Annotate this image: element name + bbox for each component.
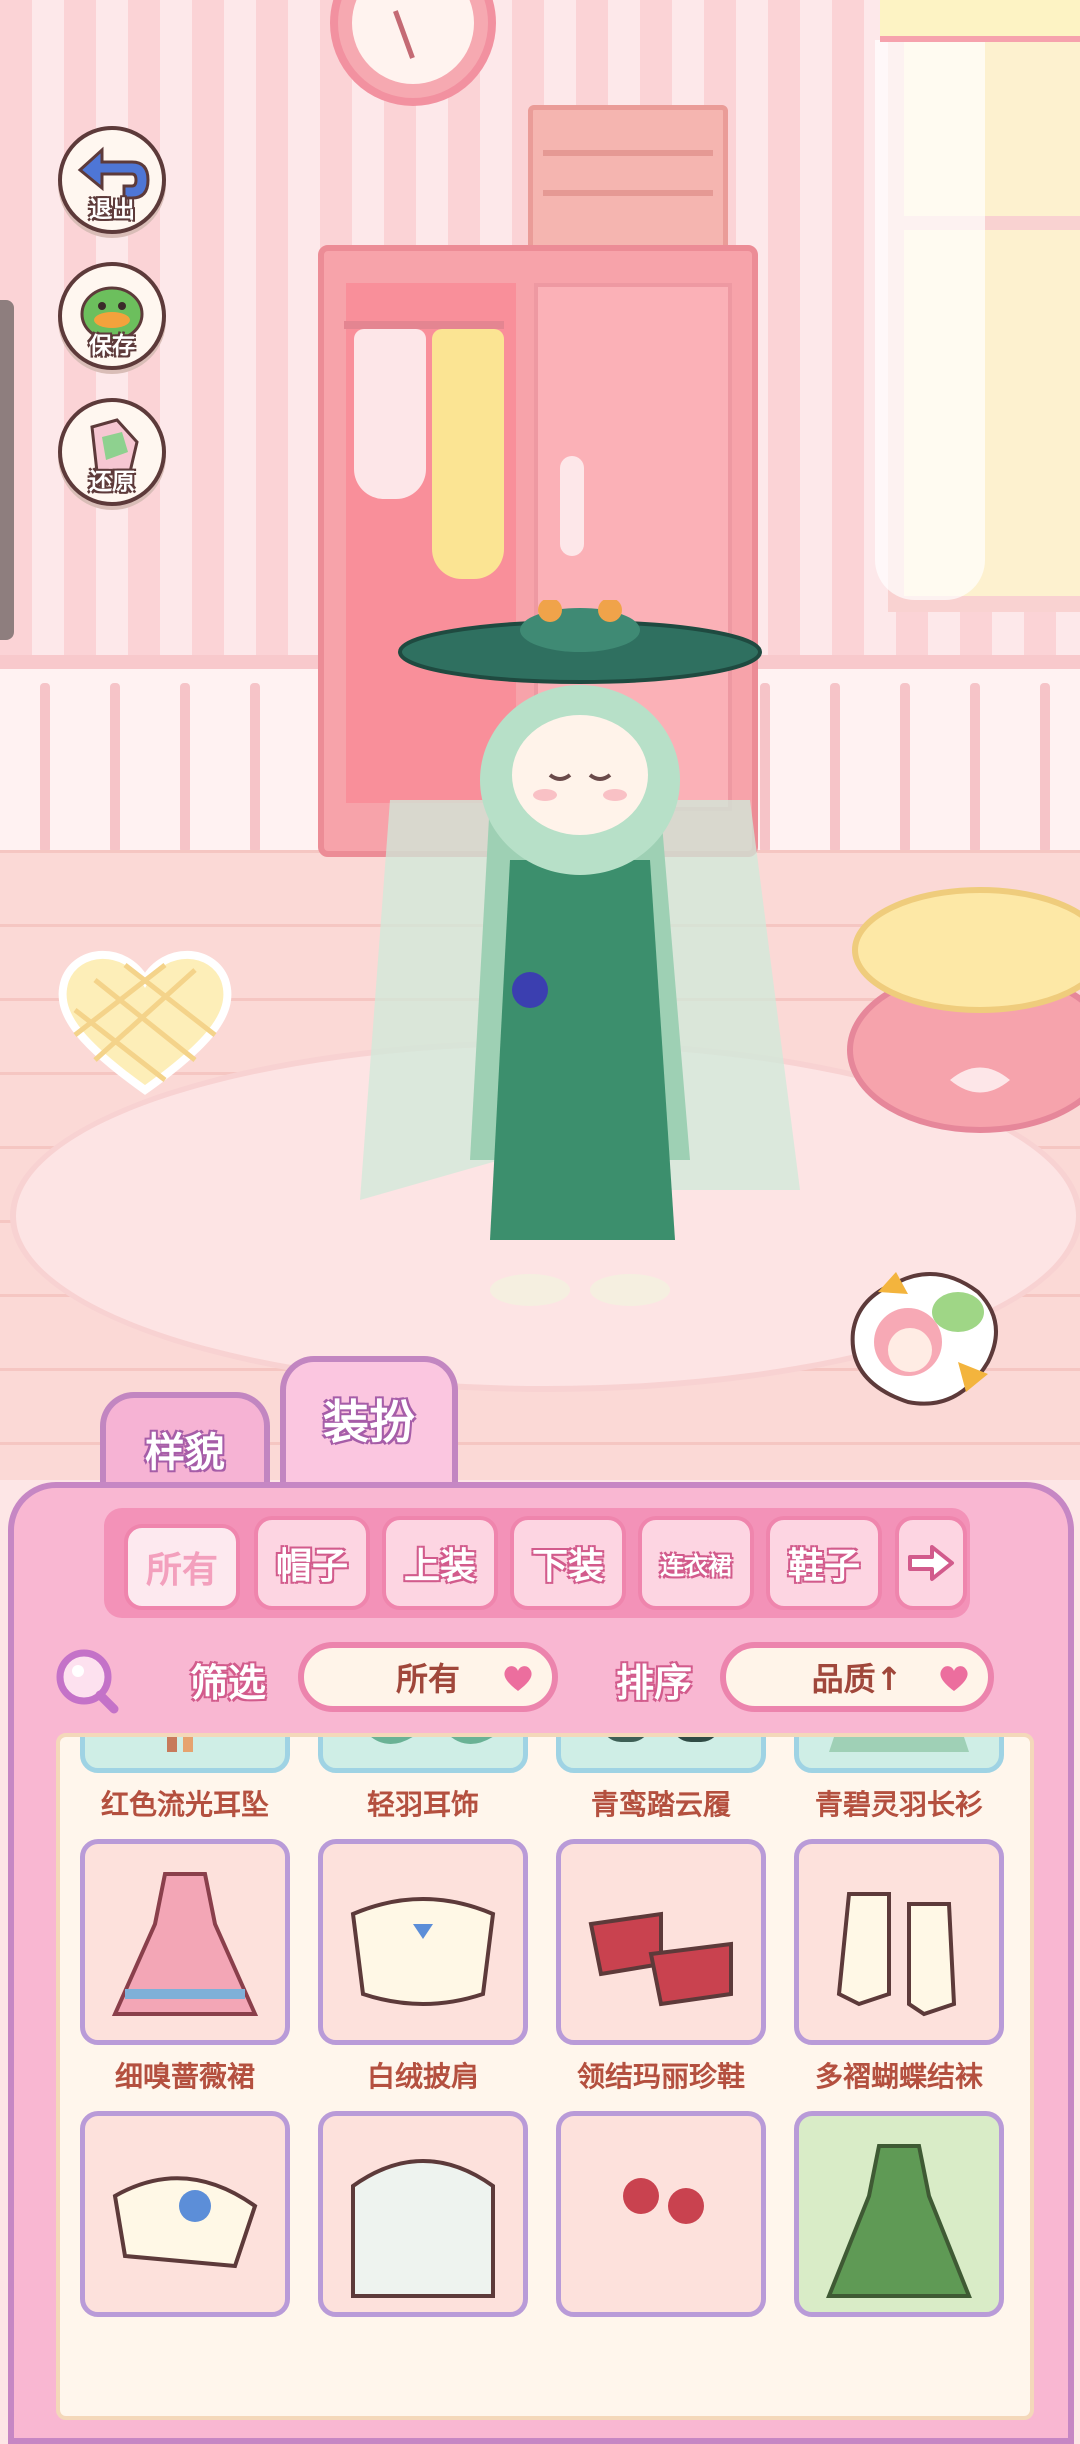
mary-jane-shoes-icon [588, 1911, 733, 2007]
sort-label: 排序 [616, 1661, 693, 1705]
restore-label: 还原 [89, 469, 135, 495]
item-name: 红色流光耳坠 [100, 1788, 269, 1821]
item-card[interactable] [794, 2111, 1004, 2327]
filter-label: 筛选 [190, 1661, 267, 1705]
green-dress-icon [826, 2144, 972, 2298]
restore-button[interactable]: 还原 [58, 398, 166, 506]
heart-dropdown-icon [504, 1666, 532, 1691]
robe-icon [829, 1737, 969, 1752]
item-card[interactable]: 轻羽耳饰 [318, 1737, 528, 1823]
item-card[interactable]: 白绒披肩 [318, 1839, 528, 2095]
item-card[interactable]: 青碧灵羽长衫 [794, 1737, 1004, 1823]
filter-dropdown[interactable]: 所有 [298, 1642, 558, 1712]
category-dress[interactable]: 连衣裙 [638, 1516, 754, 1610]
room-scene [0, 0, 1080, 1480]
item-card[interactable] [556, 2111, 766, 2327]
earring-icon [167, 1737, 193, 1752]
face-swap-icon[interactable] [838, 1262, 1018, 1422]
heart-cushion [58, 950, 232, 1095]
floral-veil-icon [112, 2176, 258, 2269]
filter-value: 所有 [395, 1660, 460, 1698]
category-next-button[interactable] [895, 1516, 967, 1610]
boots-icon [607, 1737, 715, 1742]
bow-socks-icon [836, 1892, 957, 2017]
wall-clock [330, 0, 496, 106]
item-card[interactable]: 多褶蝴蝶结袜 [794, 1839, 1004, 2095]
category-bottom[interactable]: 下装 [510, 1516, 626, 1610]
side-drawer-handle[interactable] [0, 300, 14, 640]
category-shoes[interactable]: 鞋子 [766, 1516, 882, 1610]
player-character [360, 600, 800, 1306]
item-name: 轻羽耳饰 [366, 1788, 479, 1821]
item-name: 青碧灵羽长衫 [814, 1788, 983, 1821]
category-all[interactable]: 所有 [124, 1524, 240, 1610]
tab-dress-up[interactable]: 装扮 [280, 1356, 458, 1498]
item-name: 多褶蝴蝶结袜 [814, 2060, 983, 2093]
right-arrow-icon [908, 1545, 954, 1581]
item-card[interactable]: 红色流光耳坠 [80, 1737, 290, 1823]
search-icon[interactable] [52, 1645, 122, 1715]
item-card[interactable]: 青鸾踏云履 [556, 1737, 766, 1823]
veil-icon [351, 2159, 495, 2298]
sort-value: 品质↑ [811, 1660, 903, 1698]
save-label: 保存 [89, 333, 135, 359]
tab-appearance-label: 样貌 [145, 1430, 225, 1476]
exit-label: 退出 [89, 197, 135, 223]
item-card[interactable]: 领结玛丽珍鞋 [556, 1839, 766, 2095]
heart-dropdown-icon [940, 1666, 968, 1691]
item-name: 青鸾踏云履 [590, 1788, 731, 1821]
item-name: 领结玛丽珍鞋 [576, 2060, 745, 2093]
item-card[interactable]: 细嗅蔷薇裙 [80, 1839, 290, 2095]
rose-earring-icon [623, 2178, 704, 2224]
item-name: 细嗅蔷薇裙 [114, 2060, 255, 2093]
item-grid: 红色流光耳坠 轻羽耳饰 青鸾踏云履 青碧灵羽长衫 细嗅蔷薇裙 白绒披肩 领结玛丽… [56, 1733, 1034, 2420]
category-top[interactable]: 上装 [382, 1516, 498, 1610]
curtain [875, 40, 985, 600]
rose-dress-icon [111, 1872, 259, 2016]
pink-stool [847, 887, 1080, 1133]
sort-dropdown[interactable]: 品质↑ [720, 1642, 994, 1712]
item-name: 白绒披肩 [366, 2060, 479, 2093]
category-hat[interactable]: 帽子 [254, 1516, 370, 1610]
storage-boxes [528, 105, 728, 255]
curtain-valance [880, 0, 1080, 42]
shawl-icon [350, 1897, 496, 2006]
tab-dress-up-label: 装扮 [323, 1395, 415, 1449]
item-card[interactable] [318, 2111, 528, 2327]
save-button[interactable]: 保存 [58, 262, 166, 370]
exit-button[interactable]: 退出 [58, 126, 166, 234]
feather-earring-icon [371, 1737, 493, 1744]
item-card[interactable] [80, 2111, 290, 2327]
